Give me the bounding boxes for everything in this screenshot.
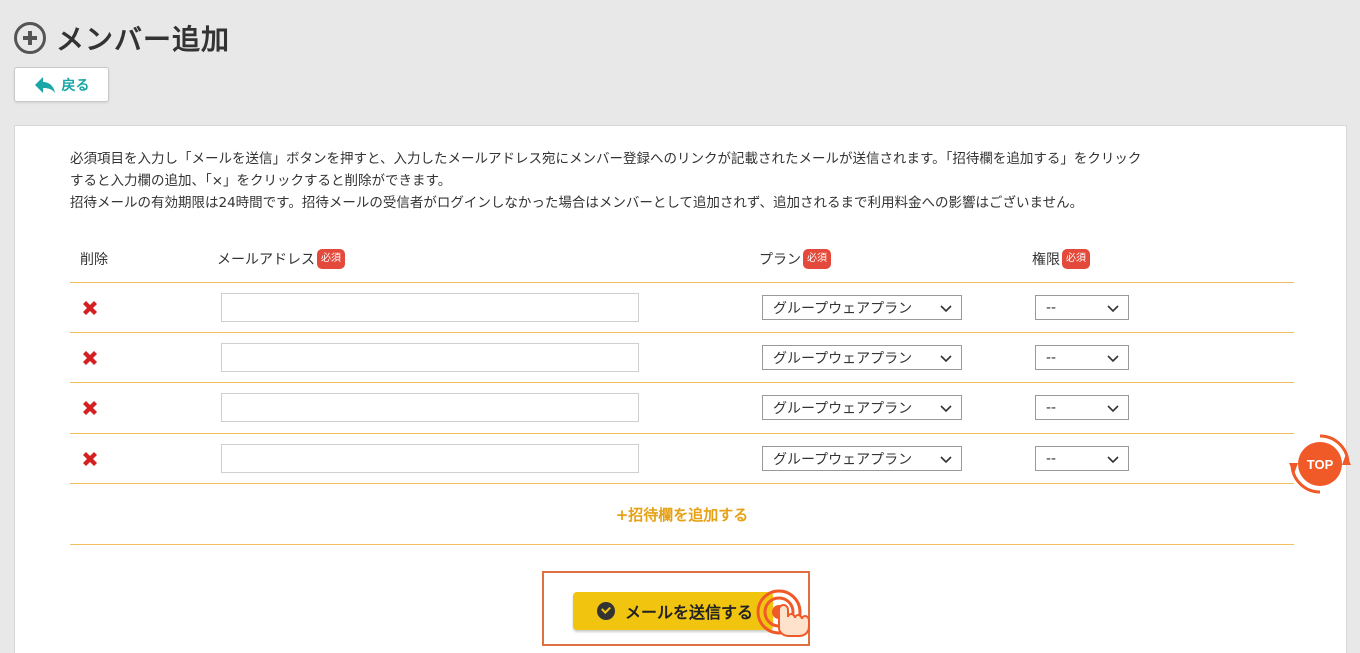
plan-select-value: グループウェアプラン: [773, 400, 913, 417]
chevron-down-icon: [1107, 305, 1119, 313]
plan-select[interactable]: グループウェアプラン: [762, 295, 962, 320]
plus-circle-icon: [14, 22, 46, 54]
role-select[interactable]: --: [1035, 345, 1129, 370]
scroll-top-button[interactable]: TOP: [1288, 432, 1352, 496]
invite-row: グループウェアプラン --: [70, 282, 1294, 332]
column-header-plan-label: プラン: [759, 252, 801, 268]
column-header-plan: プラン 必須: [759, 247, 831, 271]
chevron-down-icon: [940, 405, 952, 413]
column-headers: 削除 メールアドレス 必須 プラン 必須 権限 必須: [70, 247, 1294, 283]
required-badge: 必須: [317, 249, 345, 269]
email-input[interactable]: [221, 444, 639, 473]
chevron-down-icon: [1107, 405, 1119, 413]
delete-x-icon[interactable]: [80, 449, 100, 469]
invite-row: グループウェアプラン --: [70, 382, 1294, 432]
plan-select[interactable]: グループウェアプラン: [762, 345, 962, 370]
delete-x-icon[interactable]: [80, 298, 100, 318]
chevron-down-icon: [940, 355, 952, 363]
plan-select[interactable]: グループウェアプラン: [762, 395, 962, 420]
required-badge: 必須: [803, 249, 831, 269]
role-select[interactable]: --: [1035, 446, 1129, 471]
chevron-down-icon: [940, 305, 952, 313]
check-circle-icon: [597, 602, 615, 620]
chevron-down-icon: [1107, 456, 1119, 464]
back-arrow-icon: [34, 76, 55, 93]
column-header-delete-label: 削除: [80, 252, 108, 268]
email-input[interactable]: [221, 293, 639, 322]
add-invite-row-link[interactable]: +招待欄を追加する: [616, 504, 749, 525]
description: 必須項目を入力し「メールを送信」ボタンを押すと、入力したメールアドレス宛にメンバ…: [70, 148, 1300, 214]
chevron-down-icon: [940, 456, 952, 464]
chevron-down-icon: [1107, 355, 1119, 363]
column-header-role: 権限 必須: [1032, 247, 1090, 271]
pointer-hand-icon: [756, 589, 810, 637]
description-line: 招待メールの有効期限は24時間です。招待メールの受信者がログインしなかった場合は…: [70, 195, 1084, 211]
role-select-value: --: [1046, 299, 1057, 316]
plan-select[interactable]: グループウェアプラン: [762, 446, 962, 471]
role-select[interactable]: --: [1035, 395, 1129, 420]
required-badge: 必須: [1062, 249, 1090, 269]
invite-panel: 必須項目を入力し「メールを送信」ボタンを押すと、入力したメールアドレス宛にメンバ…: [14, 125, 1347, 653]
delete-x-icon[interactable]: [80, 398, 100, 418]
column-header-email: メールアドレス 必須: [217, 247, 345, 271]
role-select-value: --: [1046, 399, 1057, 416]
plan-select-value: グループウェアプラン: [773, 300, 913, 317]
email-input[interactable]: [221, 343, 639, 372]
back-button[interactable]: 戻る: [14, 67, 109, 102]
plan-select-value: グループウェアプラン: [773, 451, 913, 468]
add-row-section: +招待欄を追加する: [70, 483, 1294, 545]
description-line: 必須項目を入力し「メールを送信」ボタンを押すと、入力したメールアドレス宛にメンバ…: [70, 151, 1142, 167]
send-mail-button[interactable]: メールを送信する: [573, 592, 773, 630]
role-select-value: --: [1046, 349, 1057, 366]
role-select-value: --: [1046, 450, 1057, 467]
column-header-email-label: メールアドレス: [217, 252, 315, 268]
description-line: すると入力欄の追加、「×」をクリックすると削除ができます。: [70, 173, 452, 189]
column-header-delete: 削除: [80, 247, 108, 271]
back-button-label: 戻る: [61, 77, 90, 94]
scroll-top-label: TOP: [1306, 456, 1334, 472]
invite-row: グループウェアプラン --: [70, 332, 1294, 382]
role-select[interactable]: --: [1035, 295, 1129, 320]
send-mail-button-label: メールを送信する: [625, 603, 754, 622]
invite-row: グループウェアプラン --: [70, 433, 1294, 483]
plan-select-value: グループウェアプラン: [773, 350, 913, 367]
email-input[interactable]: [221, 393, 639, 422]
page-header: メンバー追加: [14, 18, 230, 58]
delete-x-icon[interactable]: [80, 348, 100, 368]
page-title: メンバー追加: [56, 23, 231, 56]
column-header-role-label: 権限: [1032, 252, 1060, 268]
